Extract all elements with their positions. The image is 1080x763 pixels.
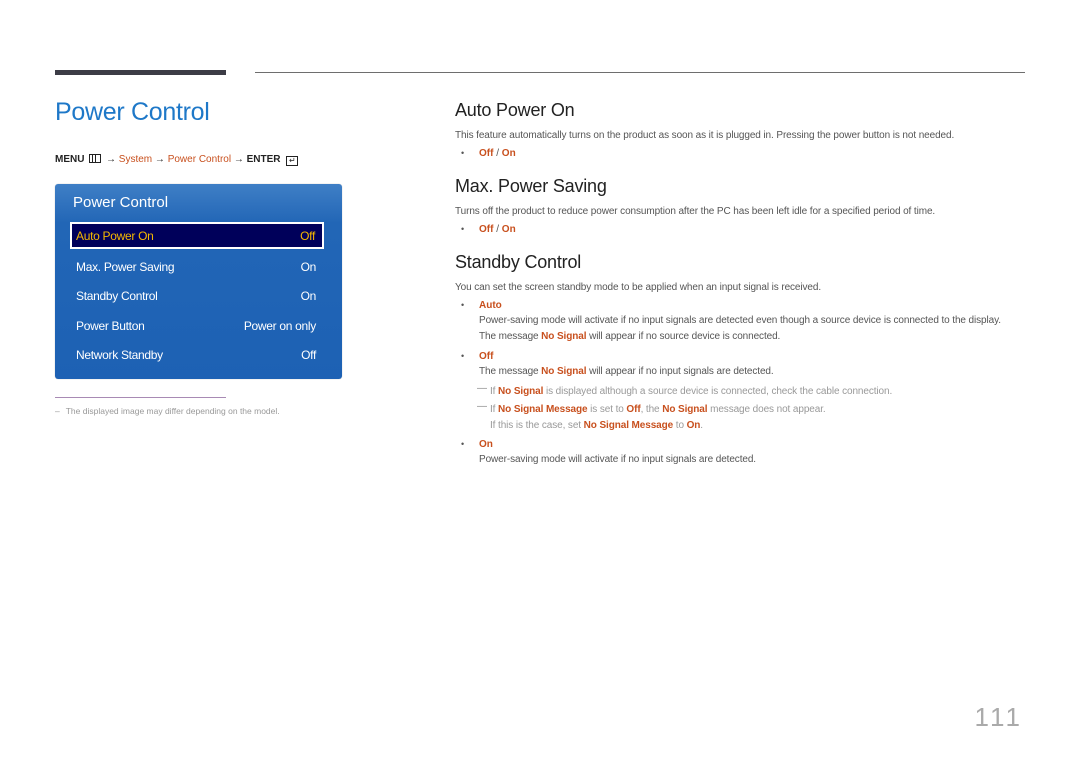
text: The message <box>479 366 542 377</box>
osd-item-label: Max. Power Saving <box>76 259 175 274</box>
option-description: The message No Signal will appear if no … <box>479 331 1035 342</box>
options-bullet: Off / On <box>455 148 1035 159</box>
option-label: Auto <box>479 300 502 311</box>
option-separator: / <box>493 224 502 235</box>
header-rule-thick <box>55 70 226 75</box>
osd-item-label: Standby Control <box>76 288 158 303</box>
osd-item-label: Network Standby <box>76 347 163 362</box>
arrow-3: → <box>233 154 244 165</box>
text: is displayed although a source device is… <box>543 386 893 397</box>
osd-item-value: Off <box>300 228 315 243</box>
option-separator: / <box>493 148 502 159</box>
osd-item-label: Auto Power On <box>76 228 154 243</box>
highlight-no-signal-message: No Signal Message <box>498 404 588 415</box>
note-dash-icon: — <box>477 383 487 394</box>
note-no-signal-message: — If No Signal Message is set to Off, the… <box>455 401 1035 431</box>
osd-item-network-standby[interactable]: Network Standby Off <box>70 341 324 368</box>
text: message does not appear. <box>707 404 826 415</box>
footnote-divider <box>55 397 226 398</box>
osd-item-standby-control[interactable]: Standby Control On <box>70 282 324 309</box>
footnote-text: The displayed image may differ depending… <box>65 406 280 416</box>
text: If this is the case, set <box>490 420 584 431</box>
text: will appear if no input signals are dete… <box>586 366 774 377</box>
header-rule-thin <box>255 72 1025 73</box>
osd-item-label: Power Button <box>76 318 145 333</box>
text: . <box>700 420 703 431</box>
text: is set to <box>587 404 627 415</box>
option-off: Off <box>479 224 494 235</box>
standby-option-on: On Power-saving mode will activate if no… <box>455 439 1035 465</box>
footnote: – The displayed image may differ dependin… <box>55 406 280 416</box>
option-description: Power-saving mode will activate if no in… <box>479 315 1001 326</box>
option-description: The message No Signal will appear if no … <box>479 366 1035 377</box>
text: The message <box>479 331 542 342</box>
section-heading: Standby Control <box>455 252 582 272</box>
osd-item-max-power-saving[interactable]: Max. Power Saving On <box>70 253 324 280</box>
section-max-power-saving: Max. Power Saving Turns off the product … <box>455 176 1035 235</box>
section-description: Turns off the product to reduce power co… <box>455 206 936 217</box>
enter-icon: ↵ <box>286 156 299 166</box>
osd-item-power-button[interactable]: Power Button Power on only <box>70 312 324 339</box>
breadcrumb-power-control: Power Control <box>167 154 232 165</box>
osd-item-value: Off <box>301 347 316 362</box>
highlight-off: Off <box>626 404 641 415</box>
standby-option-off: Off The message No Signal will appear if… <box>455 351 1035 377</box>
arrow-2: → <box>154 154 165 165</box>
highlight-no-signal: No Signal <box>541 331 587 342</box>
options-bullet: Off / On <box>455 224 1035 235</box>
menu-label: MENU <box>55 154 85 165</box>
osd-power-control-menu: Power Control Auto Power On Off Max. Pow… <box>55 184 342 379</box>
note-cable-connection: — If No Signal is displayed although a so… <box>455 383 1035 397</box>
section-heading: Auto Power On <box>455 100 575 120</box>
section-standby-control: Standby Control You can set the screen s… <box>455 252 1035 465</box>
section-description: You can set the screen standby mode to b… <box>455 282 822 293</box>
text: will appear if no source device is conne… <box>586 331 781 342</box>
content-column: Auto Power On This feature automatically… <box>455 100 1035 465</box>
section-auto-power-on: Auto Power On This feature automatically… <box>455 100 1035 159</box>
page-number: 111 <box>974 702 1023 732</box>
option-description: Power-saving mode will activate if no in… <box>479 454 756 465</box>
standby-option-auto: Auto Power-saving mode will activate if … <box>455 300 1035 342</box>
note-line-2: If this is the case, set No Signal Messa… <box>490 420 1035 431</box>
option-on: On <box>501 148 516 159</box>
highlight-no-signal: No Signal <box>541 366 587 377</box>
osd-title: Power Control <box>73 194 169 211</box>
arrow-1: → <box>106 154 117 165</box>
note-dash-icon: — <box>477 401 487 412</box>
section-heading: Max. Power Saving <box>455 176 607 196</box>
text: If <box>490 386 499 397</box>
highlight-on: On <box>686 420 701 431</box>
highlight-no-signal: No Signal <box>498 386 544 397</box>
option-label: Off <box>479 351 494 362</box>
osd-item-value: On <box>300 288 317 303</box>
osd-item-auto-power-on[interactable]: Auto Power On Off <box>70 222 324 249</box>
page-title: Power Control <box>55 98 210 126</box>
breadcrumb-system: System <box>118 154 153 165</box>
option-on: On <box>501 224 516 235</box>
option-off: Off <box>479 148 494 159</box>
option-label: On <box>479 439 493 450</box>
highlight-no-signal-message: No Signal Message <box>583 420 674 431</box>
text: , the <box>640 404 663 415</box>
osd-item-value: Power on only <box>243 318 316 333</box>
enter-label: ENTER <box>246 154 281 165</box>
text: If <box>490 404 499 415</box>
section-description: This feature automatically turns on the … <box>455 130 955 141</box>
menu-icon <box>89 154 102 163</box>
footnote-dash: – <box>55 406 60 416</box>
text: to <box>673 420 687 431</box>
highlight-no-signal: No Signal <box>662 404 708 415</box>
osd-item-value: On <box>300 259 317 274</box>
menu-path-breadcrumb: MENU → System → Power Control → ENTER ↵ <box>55 154 299 166</box>
